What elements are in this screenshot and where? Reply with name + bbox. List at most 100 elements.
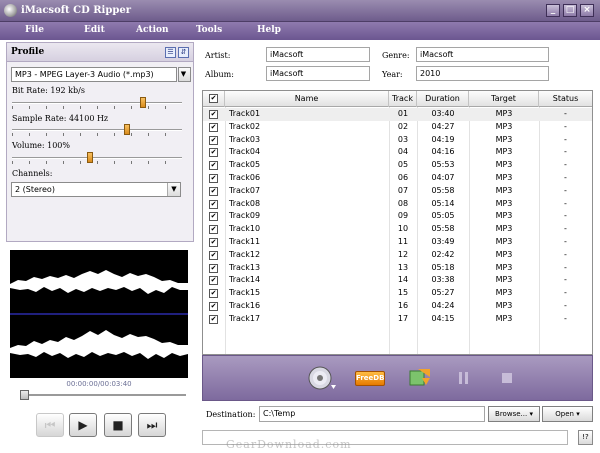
browse-button[interactable]: Browse... ▾ [488, 406, 540, 422]
track-checkbox[interactable]: ✔ [209, 276, 218, 286]
menu-tools[interactable]: Tools [196, 25, 222, 35]
maximize-button[interactable]: □ [563, 4, 577, 17]
table-row[interactable]: ✔ Track15 15 05:27 MP3 - [203, 287, 592, 300]
track-name: Track11 [229, 237, 261, 246]
track-number: 07 [397, 185, 409, 195]
table-row[interactable]: ✔ Track10 10 05:58 MP3 - [203, 223, 592, 236]
table-row[interactable]: ✔ Track04 04 04:16 MP3 - [203, 146, 592, 159]
track-checkbox[interactable]: ✔ [209, 314, 218, 324]
table-row[interactable]: ✔ Track01 01 03:40 MP3 - [203, 108, 592, 121]
profile-panel: Profile ☰ ⇵ MP3 - MPEG Layer-3 Audio (*.… [6, 42, 194, 242]
track-status: - [564, 301, 567, 310]
track-target: MP3 [495, 121, 513, 131]
volume-slider[interactable] [12, 152, 182, 164]
menu-file[interactable]: File [25, 25, 44, 35]
save-profile-icon[interactable]: ⇵ [178, 47, 189, 58]
skip-forward-icon: ⏭ [146, 418, 158, 432]
column-name[interactable]: Name [225, 91, 389, 107]
track-checkbox[interactable]: ✔ [209, 250, 218, 260]
minimize-button[interactable]: _ [546, 4, 560, 17]
track-checkbox[interactable]: ✔ [209, 122, 218, 132]
track-number: 02 [397, 121, 409, 131]
bitrate-slider[interactable] [12, 97, 182, 109]
stop-rip-button[interactable] [501, 372, 513, 384]
channels-select[interactable]: 2 (Stereo) ▼ [11, 182, 181, 197]
track-target: MP3 [495, 173, 513, 182]
track-checkbox[interactable]: ✔ [209, 238, 218, 247]
track-duration: 04:15 [431, 313, 455, 323]
track-checkbox[interactable]: ✔ [209, 186, 218, 196]
open-button[interactable]: Open ▾ [542, 406, 593, 422]
track-checkbox[interactable]: ✔ [209, 110, 218, 119]
track-name: Track09 [229, 211, 261, 221]
track-checkbox[interactable]: ✔ [209, 302, 218, 311]
select-all-header[interactable]: ✔ [203, 91, 225, 107]
table-row[interactable]: ✔ Track03 03 04:19 MP3 - [203, 134, 592, 147]
track-name: Track17 [229, 313, 261, 323]
track-number: 05 [397, 160, 409, 170]
table-row[interactable]: ✔ Track09 09 05:05 MP3 - [203, 210, 592, 223]
pause-button[interactable] [458, 371, 470, 385]
track-checkbox[interactable]: ✔ [209, 199, 218, 209]
table-row[interactable]: ✔ Track17 17 04:15 MP3 - [203, 313, 592, 326]
track-target: MP3 [495, 262, 513, 272]
table-row[interactable]: ✔ Track12 12 02:42 MP3 - [203, 249, 592, 262]
action-bar: FreeDB [202, 355, 593, 401]
cd-icon [308, 366, 336, 390]
close-button[interactable]: × [580, 4, 594, 17]
table-row[interactable]: ✔ Track11 11 03:49 MP3 - [203, 236, 592, 249]
year-field[interactable]: 2010 [416, 66, 549, 81]
track-checkbox[interactable]: ✔ [209, 135, 218, 145]
table-row[interactable]: ✔ Track07 07 05:58 MP3 - [203, 185, 592, 198]
album-label: Album: [205, 70, 234, 79]
genre-field[interactable]: iMacsoft [416, 47, 549, 62]
track-name: Track04 [229, 147, 261, 157]
track-checkbox[interactable]: ✔ [209, 212, 218, 222]
menu-action[interactable]: Action [136, 25, 169, 35]
column-track[interactable]: Track [389, 91, 417, 107]
channels-label: Channels: [12, 169, 53, 178]
table-row[interactable]: ✔ Track06 06 04:07 MP3 - [203, 172, 592, 185]
freedb-button[interactable]: FreeDB [355, 371, 385, 386]
track-checkbox[interactable]: ✔ [209, 174, 218, 183]
track-checkbox[interactable]: ✔ [209, 148, 218, 158]
track-list-header: ✔ Name Track Duration Target Status [203, 91, 592, 107]
track-checkbox[interactable]: ✔ [209, 225, 218, 235]
refresh-button[interactable] [408, 367, 432, 389]
stop-button[interactable]: ■ [104, 413, 132, 437]
seek-thumb[interactable] [20, 390, 29, 400]
format-select[interactable]: MP3 - MPEG Layer-3 Audio (*.mp3) [11, 67, 177, 82]
destination-field[interactable]: C:\Temp [259, 406, 485, 422]
track-checkbox[interactable]: ✔ [209, 289, 218, 299]
menu-edit[interactable]: Edit [84, 25, 105, 35]
menu-help[interactable]: Help [257, 25, 281, 35]
column-duration[interactable]: Duration [417, 91, 469, 107]
samplerate-slider[interactable] [12, 124, 182, 136]
rip-cd-button[interactable] [307, 365, 337, 393]
help-button[interactable]: !? [578, 430, 593, 445]
column-status[interactable]: Status [539, 91, 592, 107]
track-number: 04 [397, 147, 409, 157]
artist-field[interactable]: iMacsoft [266, 47, 370, 62]
table-row[interactable]: ✔ Track16 16 04:24 MP3 - [203, 300, 592, 313]
column-target[interactable]: Target [469, 91, 539, 107]
table-row[interactable]: ✔ Track13 13 05:18 MP3 - [203, 262, 592, 275]
table-row[interactable]: ✔ Track02 02 04:27 MP3 - [203, 121, 592, 134]
track-status: - [564, 262, 567, 272]
track-checkbox[interactable]: ✔ [209, 263, 218, 273]
play-button[interactable]: ▶ [69, 413, 97, 437]
album-field[interactable]: iMacsoft [266, 66, 370, 81]
table-row[interactable]: ✔ Track14 14 03:38 MP3 - [203, 274, 592, 287]
next-button[interactable]: ⏭ [138, 413, 166, 437]
format-dropdown-button[interactable]: ▼ [178, 67, 191, 82]
title-bar[interactable]: iMacsoft CD Ripper _ □ × [0, 0, 600, 22]
table-row[interactable]: ✔ Track05 05 05:53 MP3 - [203, 159, 592, 172]
seek-slider[interactable] [20, 390, 186, 400]
select-all-checkbox[interactable]: ✔ [209, 94, 218, 103]
table-row[interactable]: ✔ Track08 08 05:14 MP3 - [203, 198, 592, 211]
stop-icon: ■ [112, 418, 124, 432]
previous-button[interactable]: ⏮ [36, 413, 64, 437]
track-checkbox[interactable]: ✔ [209, 161, 218, 171]
open-label: Open [555, 410, 574, 418]
list-view-icon[interactable]: ☰ [165, 47, 176, 58]
